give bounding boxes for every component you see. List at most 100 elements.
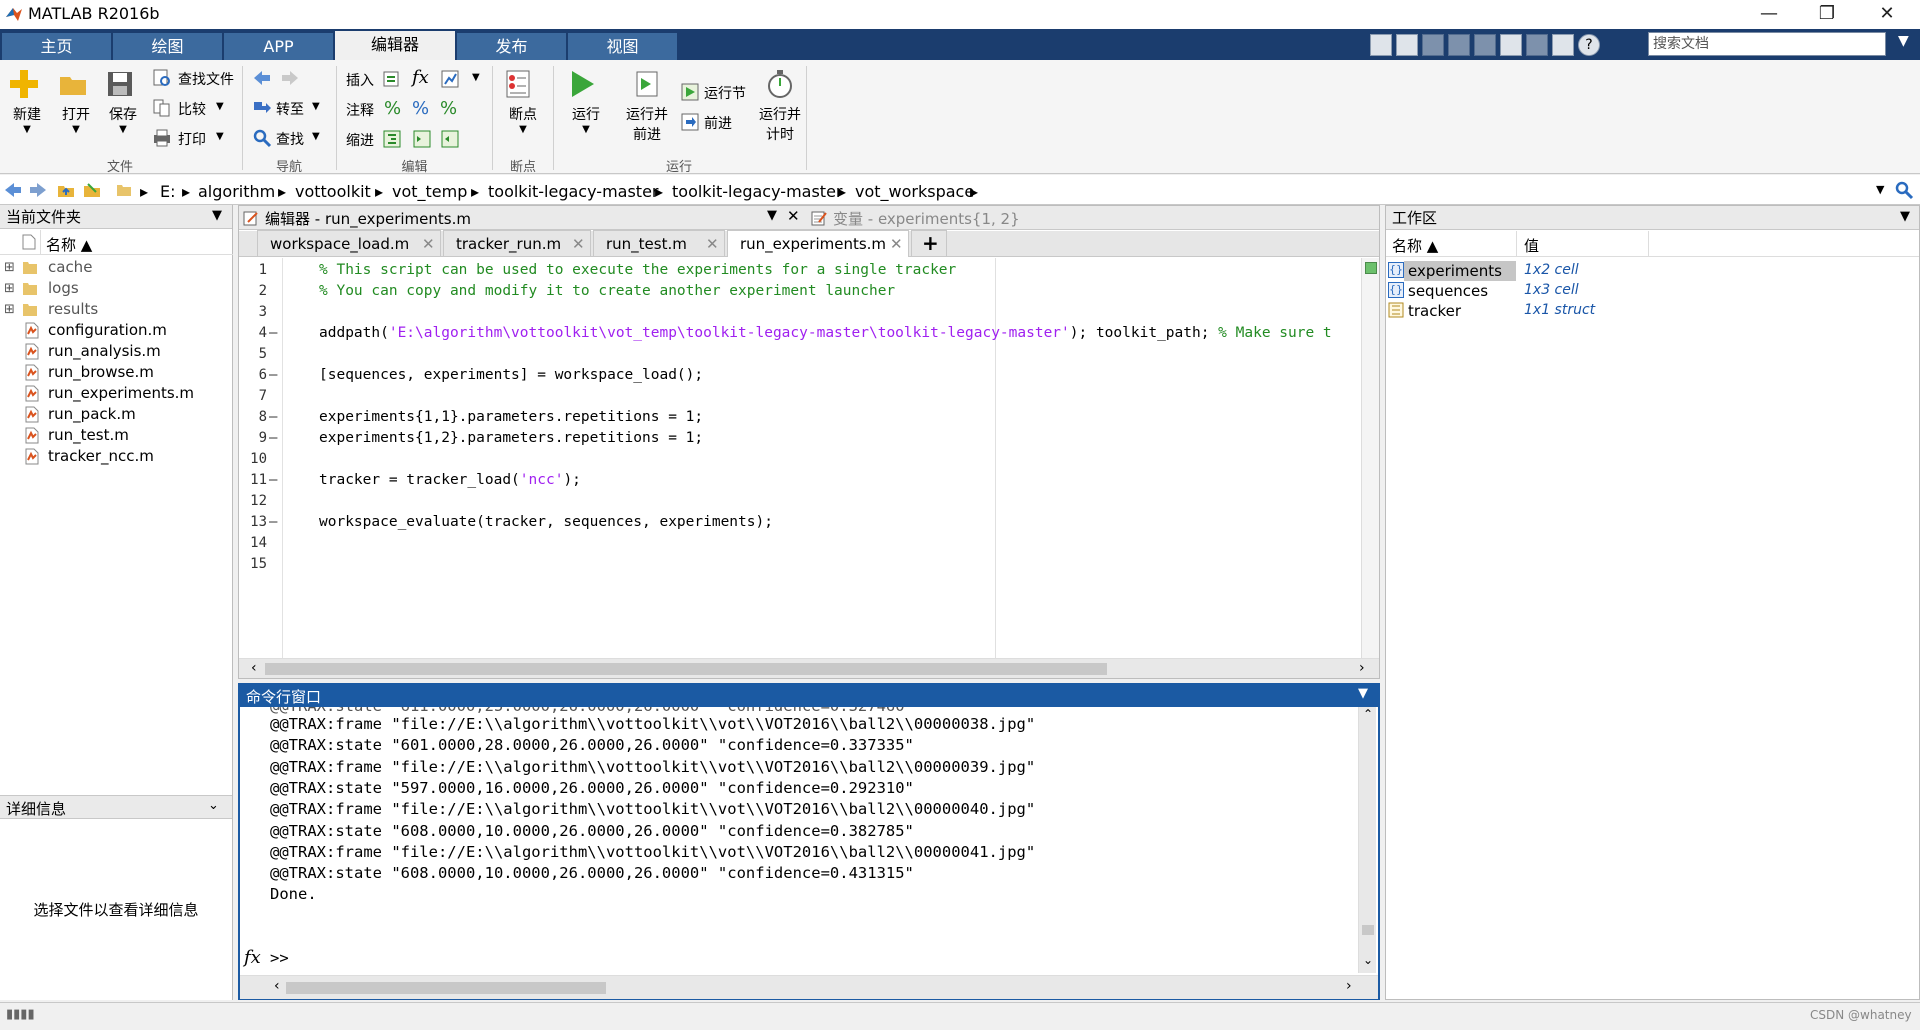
- code-line[interactable]: 11— tracker = tracker_load('ncc');: [239, 472, 1359, 493]
- decrease-indent-icon[interactable]: [440, 129, 460, 149]
- code-line[interactable]: 10: [239, 451, 1359, 472]
- line-number[interactable]: 7: [239, 388, 267, 404]
- workspace-var-row[interactable]: {} experiments 1x2 cell: [1386, 261, 1919, 281]
- breadcrumb-algorithm[interactable]: algorithm: [198, 182, 275, 201]
- tab-home[interactable]: 主页: [2, 33, 111, 60]
- breakpoints-button[interactable]: 断点 ▼: [502, 68, 544, 135]
- panel-options-icon[interactable]: ▼: [212, 208, 222, 223]
- back-icon[interactable]: [3, 180, 23, 200]
- code-line[interactable]: 2 % You can copy and modify it to create …: [239, 283, 1359, 304]
- expand-icon[interactable]: ⊞: [4, 278, 15, 299]
- scroll-left-icon[interactable]: ‹: [274, 978, 280, 994]
- close-icon[interactable]: ✕: [572, 231, 585, 257]
- line-number[interactable]: 15: [239, 556, 267, 572]
- paste-icon[interactable]: [1474, 34, 1496, 56]
- scrollbar-thumb[interactable]: [286, 982, 606, 994]
- help-icon[interactable]: ?: [1578, 34, 1600, 56]
- close-icon[interactable]: ✕: [706, 231, 719, 257]
- breakpoint-marker[interactable]: —: [269, 430, 281, 446]
- code-area[interactable]: 1 % This script can be used to execute th…: [239, 258, 1361, 658]
- switch-windows-icon[interactable]: [1552, 34, 1574, 56]
- code-line[interactable]: 6— [sequences, experiments] = workspace_l…: [239, 367, 1359, 388]
- code-line[interactable]: 1 % This script can be used to execute th…: [239, 262, 1359, 283]
- code-line[interactable]: 15: [239, 556, 1359, 577]
- command-hscrollbar[interactable]: ‹ ›: [240, 975, 1378, 999]
- insert-chart-icon[interactable]: [440, 69, 460, 89]
- folder-item-results[interactable]: ⊞ results: [0, 299, 233, 320]
- insert-label[interactable]: 插入: [346, 70, 374, 90]
- expand-icon[interactable]: ⊞: [4, 299, 15, 320]
- insert-function-icon[interactable]: fx: [412, 67, 429, 88]
- tab-workspace-load[interactable]: workspace_load.m ✕: [257, 230, 441, 256]
- breakpoint-marker[interactable]: —: [269, 514, 281, 530]
- breadcrumb-toolkit-legacy-master-2[interactable]: toolkit-legacy-master: [672, 182, 842, 201]
- breadcrumb-drive[interactable]: E:: [160, 182, 176, 201]
- minimize-button[interactable]: —: [1742, 0, 1796, 29]
- panel-options-icon[interactable]: ▼: [767, 208, 777, 223]
- expand-icon[interactable]: ⊞: [4, 257, 15, 278]
- workspace-var-row[interactable]: {} sequences 1x3 cell: [1386, 281, 1919, 301]
- line-number[interactable]: 14: [239, 535, 267, 551]
- find-button[interactable]: 查找 ▼: [252, 128, 332, 150]
- line-number[interactable]: 13: [239, 514, 267, 530]
- chevron-down-icon[interactable]: ▼: [472, 72, 480, 83]
- scroll-left-icon[interactable]: ‹: [251, 660, 257, 676]
- collapse-ribbon-icon[interactable]: ▼: [1898, 33, 1909, 49]
- breakpoint-marker[interactable]: —: [269, 325, 281, 341]
- open-button[interactable]: 打开 ▼: [57, 68, 95, 135]
- run-section-button[interactable]: 运行节: [680, 82, 760, 104]
- file-item[interactable]: run_analysis.m: [0, 341, 233, 362]
- code-line[interactable]: 12: [239, 493, 1359, 514]
- save-button[interactable]: 保存 ▼: [104, 68, 142, 135]
- column-value[interactable]: 值: [1524, 235, 1539, 256]
- scroll-up-icon[interactable]: ⌃: [1363, 707, 1373, 721]
- tab-view[interactable]: 视图: [568, 33, 677, 60]
- file-item[interactable]: run_test.m: [0, 425, 233, 446]
- up-folder-icon[interactable]: [56, 180, 76, 200]
- line-number[interactable]: 12: [239, 493, 267, 509]
- wrap-comments-icon[interactable]: %: [440, 98, 457, 119]
- file-item[interactable]: tracker_ncc.m: [0, 446, 233, 467]
- command-vscrollbar[interactable]: ⌃ ⌄: [1358, 707, 1376, 973]
- folder-column-header[interactable]: 名称 ▲: [0, 230, 233, 255]
- quick-access-icon[interactable]: [1370, 34, 1392, 56]
- forward-arrow-icon[interactable]: [280, 68, 300, 88]
- code-line[interactable]: 14: [239, 535, 1359, 556]
- editor-hscrollbar[interactable]: ‹ ›: [239, 658, 1379, 678]
- tab-editor[interactable]: 编辑器: [335, 31, 455, 60]
- line-number[interactable]: 11: [239, 472, 267, 488]
- code-line[interactable]: 5: [239, 346, 1359, 367]
- increase-indent-icon[interactable]: [412, 129, 432, 149]
- run-and-advance-button[interactable]: 运行并 前进: [622, 68, 672, 144]
- restore-button[interactable]: ❐: [1800, 0, 1854, 29]
- line-number[interactable]: 2: [239, 283, 267, 299]
- code-analyzer-indicator[interactable]: [1365, 262, 1377, 274]
- new-button[interactable]: 新建 ▼: [8, 68, 46, 135]
- file-item[interactable]: configuration.m: [0, 320, 233, 341]
- line-number[interactable]: 5: [239, 346, 267, 362]
- breakpoint-marker[interactable]: —: [269, 367, 281, 383]
- add-tab-button[interactable]: +: [911, 230, 947, 256]
- panel-options-icon[interactable]: ▼: [1900, 209, 1910, 224]
- insert-section-icon[interactable]: [382, 69, 402, 89]
- search-docs-input[interactable]: 搜索文档: [1648, 32, 1886, 56]
- line-number[interactable]: 3: [239, 304, 267, 320]
- code-line[interactable]: 13— workspace_evaluate(tracker, sequences…: [239, 514, 1359, 535]
- line-number[interactable]: 8: [239, 409, 267, 425]
- run-button[interactable]: 运行 ▼: [566, 68, 606, 135]
- comment-icon[interactable]: %: [384, 98, 401, 119]
- line-number[interactable]: 6: [239, 367, 267, 383]
- tab-apps[interactable]: APP: [224, 33, 333, 60]
- breakpoint-marker[interactable]: —: [269, 409, 281, 425]
- line-number[interactable]: 9: [239, 430, 267, 446]
- forward-icon[interactable]: [28, 180, 48, 200]
- column-name[interactable]: 名称 ▲: [1392, 235, 1438, 256]
- line-number[interactable]: 4: [239, 325, 267, 341]
- workspace-var-row[interactable]: tracker 1x1 struct: [1386, 301, 1919, 321]
- close-button[interactable]: ✕: [1860, 0, 1914, 29]
- close-icon[interactable]: ✕: [422, 231, 435, 257]
- folder-item-cache[interactable]: ⊞ cache: [0, 257, 233, 278]
- code-line[interactable]: 4— addpath('E:\algorithm\vottoolkit\vot_t…: [239, 325, 1359, 346]
- line-number[interactable]: 10: [239, 451, 267, 467]
- uncomment-icon[interactable]: %: [412, 98, 429, 119]
